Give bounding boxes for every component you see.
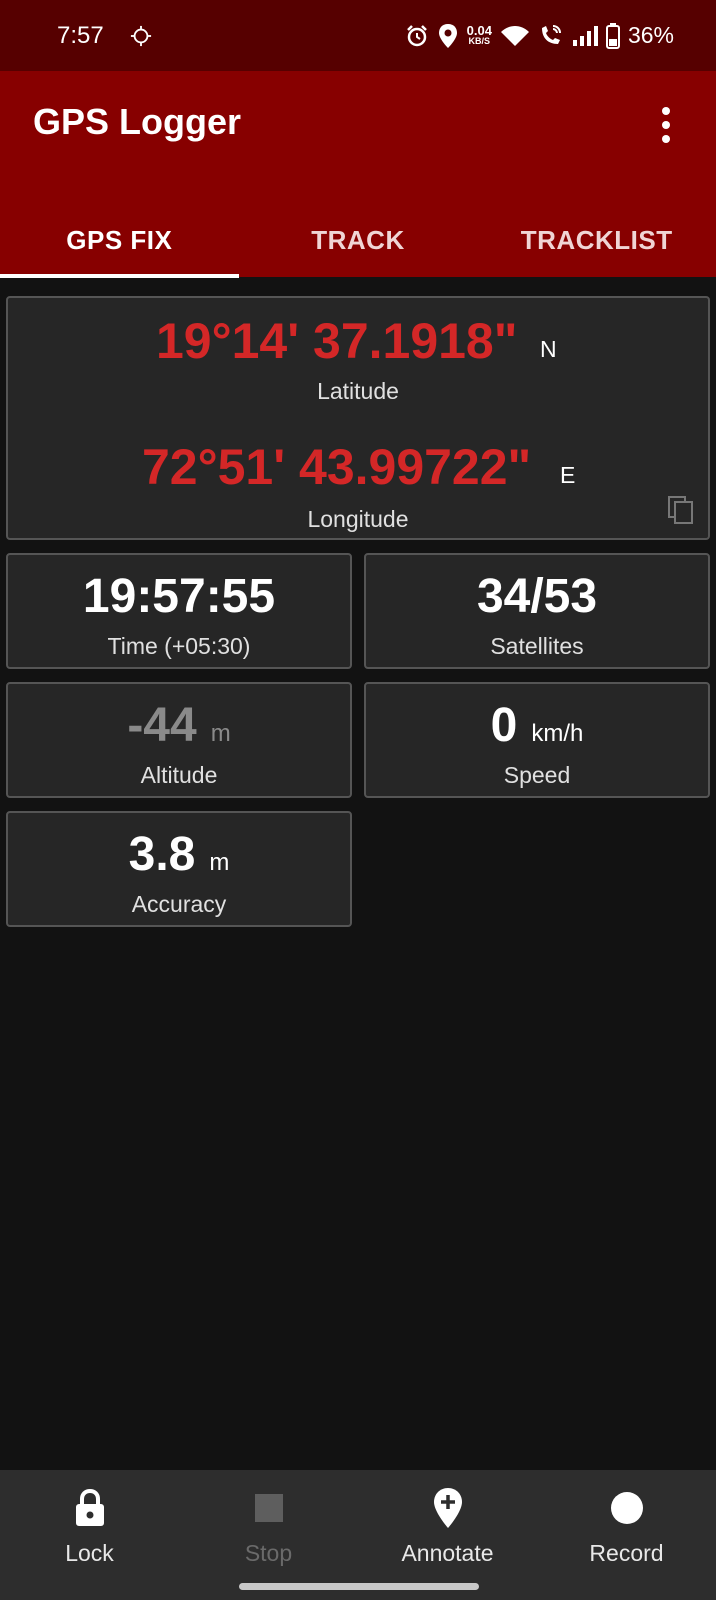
time-card: 19:57:55 Time (+05:30) [6, 553, 352, 669]
latitude-value: 19°14' 37.1918" [156, 313, 518, 369]
altitude-unit: m [210, 720, 231, 747]
net-speed-value: 0.04 [466, 22, 492, 38]
latitude-direction: N [540, 336, 557, 362]
satellites-value-text: 34/53 [476, 570, 598, 623]
annotate-button[interactable]: Annotate [358, 1470, 537, 1582]
time-value: 19:57:55 [8, 569, 350, 624]
tab-bar: GPS FIX TRACK TRACKLIST [0, 203, 716, 277]
altitude-label: Altitude [140, 762, 218, 788]
wifi-icon [500, 25, 529, 46]
copy-icon[interactable] [668, 496, 694, 524]
accuracy-unit: m [209, 849, 230, 876]
wifi-call-icon [541, 24, 561, 44]
accuracy-value-text: 3.8 [128, 828, 196, 881]
longitude-direction: E [560, 462, 576, 488]
lock-button[interactable]: Lock [0, 1470, 179, 1582]
bottom-action-bar: Lock Stop Annotate Record [0, 1470, 716, 1600]
accuracy-label: Accuracy [131, 891, 227, 917]
record-label: Record [589, 1540, 664, 1566]
stop-button[interactable]: Stop [179, 1470, 358, 1582]
tab-track[interactable]: TRACK [239, 203, 478, 277]
lock-label: Lock [65, 1540, 114, 1566]
record-button[interactable]: Record [537, 1470, 716, 1582]
annotate-label: Annotate [401, 1540, 494, 1566]
location-icon [438, 23, 457, 48]
tab-tracklist[interactable]: TRACKLIST [477, 203, 716, 277]
tab-track-label: TRACK [311, 224, 405, 255]
coordinates-card: 19°14' 37.1918" N Latitude 72°51' 43.997… [6, 296, 710, 540]
sync-icon [130, 25, 151, 46]
lock-icon [70, 1488, 110, 1528]
altitude-value-text: -44 [127, 699, 197, 752]
net-speed-unit: KB/S [468, 35, 491, 46]
tab-gps-fix-label: GPS FIX [66, 224, 173, 255]
alarm-icon [406, 24, 427, 46]
speed-card: 0 km/h Speed [364, 682, 710, 798]
speed-unit: km/h [531, 720, 584, 747]
satellites-label: Satellites [490, 633, 584, 659]
satellites-value: 34/53 [366, 569, 708, 624]
annotate-icon [428, 1488, 468, 1528]
tab-tracklist-label: TRACKLIST [520, 224, 673, 255]
stop-icon [249, 1488, 289, 1528]
speed-value: 0 km/h [366, 698, 708, 753]
altitude-value: -44 m [8, 698, 350, 753]
home-indicator[interactable] [239, 1583, 479, 1590]
accuracy-value: 3.8 m [8, 827, 350, 882]
speed-value-text: 0 [490, 699, 518, 752]
satellites-card: 34/53 Satellites [364, 553, 710, 669]
longitude-value: 72°51' 43.99722" [142, 439, 532, 495]
altitude-card: -44 m Altitude [6, 682, 352, 798]
time-label: Time (+05:30) [107, 633, 251, 659]
net-speed: 0.04 KB/S [466, 22, 492, 46]
battery-percent: 36% [627, 22, 674, 48]
signal-icon [572, 25, 598, 46]
stop-label: Stop [244, 1540, 293, 1566]
tab-indicator [0, 274, 239, 278]
speed-label: Speed [503, 762, 571, 788]
battery-icon [605, 22, 620, 49]
status-bar: 7:57 0.04 KB/S 36% [0, 0, 716, 71]
app-title: GPS Logger [33, 101, 242, 142]
accuracy-card: 3.8 m Accuracy [6, 811, 352, 927]
record-icon [607, 1488, 647, 1528]
status-time: 7:57 [57, 21, 104, 49]
time-value-text: 19:57:55 [82, 570, 276, 623]
app-bar: GPS Logger GPS FIX TRACK TRACKLIST [0, 71, 716, 278]
tab-gps-fix[interactable]: GPS FIX [0, 203, 239, 277]
overflow-menu-icon[interactable] [659, 105, 673, 145]
longitude-label: Longitude [307, 506, 409, 532]
latitude-label: Latitude [317, 378, 399, 404]
